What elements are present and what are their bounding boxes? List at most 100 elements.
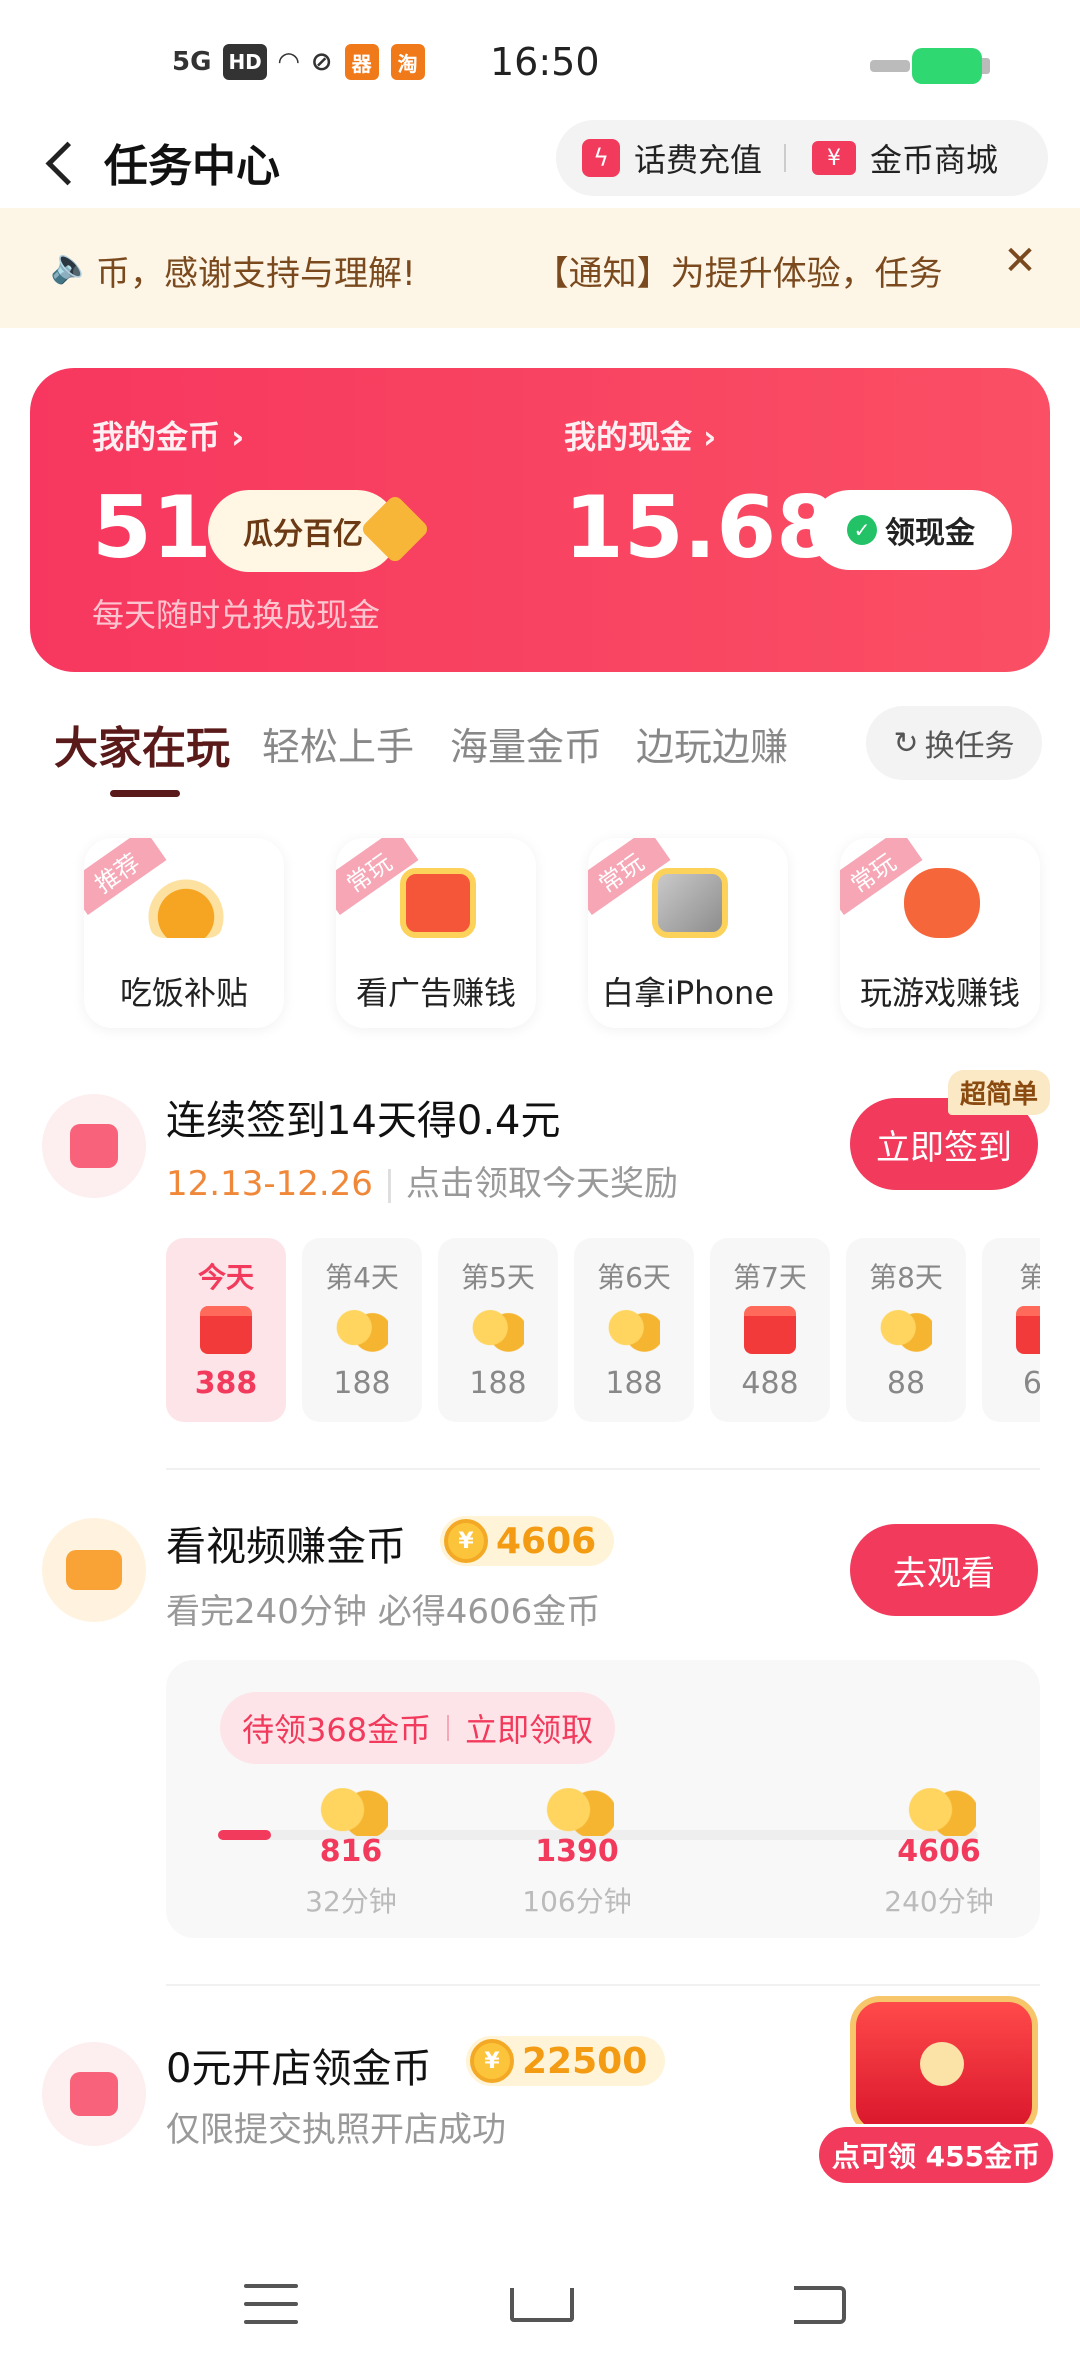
category-name: 吃饭补贴 xyxy=(119,974,248,1012)
battery-icon xyxy=(870,46,992,86)
coins-icon xyxy=(544,1788,614,1836)
my-coins-link[interactable]: 我的金币 › xyxy=(92,412,244,458)
signin-date-range: 12.13-12.26 xyxy=(166,1164,373,1204)
lightning-icon: ϟ xyxy=(582,139,620,177)
category-watch-ads[interactable]: 常玩 看广告赚钱 xyxy=(336,838,536,1028)
watch-button[interactable]: 去观看 xyxy=(850,1524,1038,1616)
back-icon[interactable] xyxy=(774,2266,864,2346)
coin-icon: ¥ xyxy=(444,1519,488,1563)
milestone-value: 4606 xyxy=(897,1834,981,1869)
recharge-label: 话费充值 xyxy=(634,141,763,179)
signin-day[interactable]: 今天 388 xyxy=(166,1238,286,1422)
day-value: 88 xyxy=(886,1366,926,1401)
day-value: 188 xyxy=(605,1366,663,1401)
tab-many-coins[interactable]: 海量金币 xyxy=(450,716,602,771)
header: 任务中心 ϟ 话费充值 ¥ 金币商城 xyxy=(0,118,1080,210)
divider xyxy=(166,1468,1040,1470)
network-label: 5G xyxy=(172,47,212,77)
cash-value: 15.68 xyxy=(564,478,837,578)
swap-tasks-label: 换任务 xyxy=(924,729,1015,764)
coin-mall-button[interactable]: ¥ 金币商城 xyxy=(786,135,998,181)
video-coins-value: 4606 xyxy=(496,1520,597,1562)
pending-coins-text: 待领368金币 xyxy=(242,1711,432,1749)
day-value: 488 xyxy=(741,1366,799,1401)
video-icon xyxy=(42,1518,146,1622)
hd-icon: HD xyxy=(223,44,267,80)
noodle-bowl-icon xyxy=(148,868,224,938)
notice-text: 币，感谢支持与理解! 【通知】为提升体验，任务 xyxy=(96,254,943,294)
chest-reward-button[interactable]: 点可领 455金币 xyxy=(816,2124,1056,2186)
category-grid: 推荐 吃饭补贴 常玩 看广告赚钱 常玩 白拿iPhone 常玩 玩游戏赚钱 xyxy=(0,838,1080,1038)
signin-day[interactable]: 第8天 88 xyxy=(846,1238,966,1422)
coins-icon xyxy=(336,1306,388,1354)
divider xyxy=(166,1984,1040,1986)
day-label: 第8天 xyxy=(869,1261,943,1294)
sync-icon: ⊘ xyxy=(310,47,333,77)
gift-icon xyxy=(1016,1306,1040,1354)
tab-popular[interactable]: 大家在玩 xyxy=(54,712,230,776)
notice-bar[interactable]: 🔈 币，感谢支持与理解! 【通知】为提升体验，任务 ✕ xyxy=(0,208,1080,328)
day-label: 第7天 xyxy=(733,1261,807,1294)
wifi-icon: ◠ xyxy=(278,47,299,77)
milestone-time: 240分钟 xyxy=(884,1885,994,1918)
coins-hint: 每天随时兑换成现金 xyxy=(92,596,381,634)
swap-tasks-button[interactable]: ↻ 换任务 xyxy=(866,706,1042,780)
iphone-icon xyxy=(652,868,728,938)
day-value: 188 xyxy=(469,1366,527,1401)
milestone-value: 816 xyxy=(319,1834,383,1869)
speaker-icon: 🔈 xyxy=(50,246,93,286)
coins-icon xyxy=(880,1306,932,1354)
menu-icon[interactable] xyxy=(226,2266,316,2346)
day-label: 第6天 xyxy=(597,1261,671,1294)
task-tabs: 大家在玩 轻松上手 海量金币 边玩边赚 ↻ 换任务 xyxy=(0,700,1080,810)
signin-day[interactable]: 第4天 188 xyxy=(302,1238,422,1422)
shop-title: 0元开店领金币 xyxy=(166,2046,432,2092)
video-progress-card: 待领368金币 立即领取 816 32分钟 1390 106分钟 4606 24… xyxy=(166,1660,1040,1938)
gamepad-icon xyxy=(904,868,980,938)
category-name: 看广告赚钱 xyxy=(355,974,516,1012)
signin-hint: 点击领取今天奖励 xyxy=(406,1164,679,1204)
tab-easy[interactable]: 轻松上手 xyxy=(262,716,414,771)
clock: 16:50 xyxy=(490,40,600,84)
day-label: 第1 xyxy=(1019,1261,1040,1294)
claim-coins-button[interactable]: 待领368金币 立即领取 xyxy=(220,1692,616,1764)
category-play-games[interactable]: 常玩 玩游戏赚钱 xyxy=(840,838,1040,1028)
day-value: 388 xyxy=(194,1366,258,1401)
category-meal-subsidy[interactable]: 推荐 吃饭补贴 xyxy=(84,838,284,1028)
wallet-card: 我的金币 › 51 瓜分百亿 每天随时兑换成现金 我的现金 › 15.68 ✓ … xyxy=(30,368,1050,672)
my-cash-link[interactable]: 我的现金 › xyxy=(564,412,716,458)
tab-play-earn[interactable]: 边玩边赚 xyxy=(636,716,788,771)
gift-icon xyxy=(200,1306,252,1354)
category-free-iphone[interactable]: 常玩 白拿iPhone xyxy=(588,838,788,1028)
video-coin-reward: ¥ 4606 xyxy=(440,1516,615,1566)
progress-fill xyxy=(218,1830,272,1840)
video-title: 看视频赚金币 xyxy=(166,1524,406,1570)
close-icon[interactable]: ✕ xyxy=(996,238,1044,294)
coupon-icon: ¥ xyxy=(812,141,857,175)
home-icon[interactable] xyxy=(496,2266,586,2346)
tv-ad-icon xyxy=(400,868,476,938)
signin-day[interactable]: 第5天 188 xyxy=(438,1238,558,1422)
day-label: 第4天 xyxy=(325,1261,399,1294)
day-value: 68 xyxy=(1022,1366,1040,1401)
recharge-button[interactable]: ϟ 话费充值 xyxy=(556,135,762,181)
check-icon: ✓ xyxy=(847,515,877,545)
signin-day[interactable]: 第1 68 xyxy=(982,1238,1040,1422)
app-icon: 器 xyxy=(344,44,379,80)
coins-icon xyxy=(472,1306,524,1354)
coins-value: 51 xyxy=(92,478,212,578)
signin-subtitle: 12.13-12.26 | 点击领取今天奖励 xyxy=(166,1156,678,1205)
withdraw-cash-button[interactable]: ✓ 领现金 xyxy=(810,490,1012,570)
back-button[interactable] xyxy=(34,132,90,196)
day-label: 今天 xyxy=(197,1261,254,1294)
category-name: 玩游戏赚钱 xyxy=(859,974,1020,1012)
status-bar: 5G HD ◠ ⊘ 器 淘 16:50 xyxy=(0,0,1080,120)
category-name: 白拿iPhone xyxy=(601,974,775,1012)
shop-subtitle: 仅限提交执照开店成功 xyxy=(166,2110,506,2150)
page-title: 任务中心 xyxy=(104,141,280,192)
signin-day[interactable]: 第6天 188 xyxy=(574,1238,694,1422)
signin-day[interactable]: 第7天 488 xyxy=(710,1238,830,1422)
shop-coins-value: 22500 xyxy=(522,2040,648,2082)
video-subtitle: 看完240分钟 必得4606金币 xyxy=(166,1592,601,1632)
separator xyxy=(447,1715,450,1741)
